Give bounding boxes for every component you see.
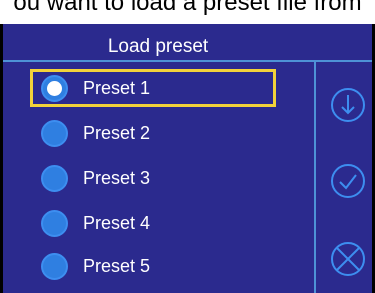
instruction-caption: ou want to load a preset file from xyxy=(13,0,362,16)
preset-item-2[interactable]: Preset 2 xyxy=(41,116,271,150)
preset-item-1[interactable]: Preset 1 xyxy=(41,71,271,105)
radio-unselected-icon[interactable] xyxy=(41,164,68,192)
preset-label: Preset 5 xyxy=(83,255,151,276)
confirm-check-icon[interactable] xyxy=(329,162,367,200)
radio-unselected-icon[interactable] xyxy=(41,209,68,237)
preset-label: Preset 1 xyxy=(83,77,151,98)
preset-item-5[interactable]: Preset 5 xyxy=(41,249,271,283)
preset-label: Preset 3 xyxy=(83,167,151,188)
title-divider xyxy=(3,60,372,62)
cancel-x-icon[interactable] xyxy=(329,240,367,278)
radio-unselected-icon[interactable] xyxy=(41,252,68,280)
preset-item-3[interactable]: Preset 3 xyxy=(41,161,271,195)
download-icon[interactable] xyxy=(329,86,367,124)
load-preset-dialog: Load preset Preset 1 Preset 2 Preset 3 P… xyxy=(0,24,375,293)
radio-unselected-icon[interactable] xyxy=(41,119,68,147)
action-column-divider xyxy=(314,62,316,293)
preset-item-4[interactable]: Preset 4 xyxy=(41,206,271,240)
preset-label: Preset 2 xyxy=(83,122,151,143)
preset-label: Preset 4 xyxy=(83,212,151,233)
radio-selected-icon[interactable] xyxy=(41,74,68,102)
dialog-title: Load preset xyxy=(107,36,209,57)
